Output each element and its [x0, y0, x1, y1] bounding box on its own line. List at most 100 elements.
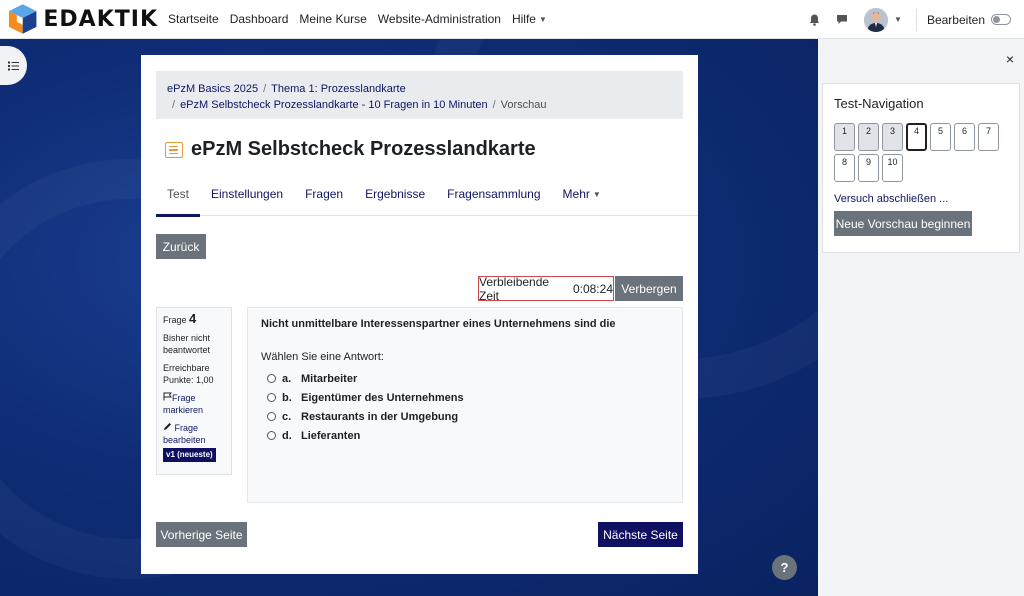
question-number: Frage 4	[163, 311, 225, 326]
tab-fragen[interactable]: Fragen	[294, 181, 354, 216]
top-navbar: EDAKTIK Startseite Dashboard Meine Kurse…	[0, 0, 1024, 39]
answer-option-a[interactable]: a. Mitarbeiter	[261, 369, 669, 388]
answer-text: Eigentümer des Unternehmens	[301, 391, 464, 404]
logo[interactable]: EDAKTIK	[8, 3, 158, 35]
timer-value: 0:08:24	[572, 281, 613, 296]
question-nav-4[interactable]: 4	[906, 123, 927, 151]
breadcrumb-separator: /	[172, 99, 176, 111]
tab-mehr-label: Mehr	[562, 187, 590, 201]
question-number-label: Frage	[163, 315, 187, 325]
question-status: Bisher nicht beantwortet	[163, 333, 211, 355]
breadcrumb: ePzM Basics 2025 / Thema 1: Prozesslandkar…	[156, 71, 683, 119]
previous-page-button[interactable]: Vorherige Seite	[156, 522, 247, 547]
chat-icon	[837, 15, 848, 24]
nav-hilfe-label: Hilfe	[511, 12, 536, 26]
secondary-navigation: Test Einstellungen Fragen Ergebnisse Fra…	[156, 181, 698, 217]
pencil-icon	[164, 423, 171, 430]
hide-timer-button[interactable]: Verbergen	[615, 276, 683, 301]
user-navigation: ▼ Bearbeiten	[800, 0, 1024, 39]
brand-name: EDAKTIK	[43, 6, 158, 32]
breadcrumb-separator: /	[263, 83, 267, 95]
nav-website-administration[interactable]: Website-Administration	[378, 12, 501, 26]
nav-dashboard[interactable]: Dashboard	[230, 12, 289, 26]
cube-logo-icon	[8, 4, 37, 34]
answer-radio[interactable]	[267, 374, 276, 383]
question-nav-6[interactable]: 6	[954, 123, 975, 151]
flag-icon	[163, 392, 172, 401]
question-nav-5[interactable]: 5	[930, 123, 951, 151]
edit-mode-label: Bearbeiten	[926, 12, 985, 27]
timer-label: Verbleibende Zeit	[479, 274, 550, 303]
question-nav-3[interactable]: 3	[882, 123, 903, 151]
answer-letter: c.	[282, 410, 292, 423]
breadcrumb-section[interactable]: Thema 1: Prozesslandkarte	[271, 83, 406, 95]
answer-letter: b.	[282, 391, 292, 404]
answer-option-d[interactable]: d. Lieferanten	[261, 426, 669, 445]
question-info: Frage 4 Bisher nicht beantwortet Erreich…	[156, 307, 232, 475]
notifications-button[interactable]	[800, 14, 828, 26]
answer-text: Lieferanten	[301, 429, 361, 442]
help-button[interactable]: ?	[772, 555, 797, 580]
answer-text: Mitarbeiter	[301, 372, 358, 385]
edit-question-link[interactable]: Frage bearbeiten	[163, 423, 206, 445]
tab-test[interactable]: Test	[156, 181, 201, 217]
answer-option-c[interactable]: c. Restaurants in der Umgebung	[261, 407, 669, 426]
breadcrumb-quiz[interactable]: ePzM Selbstcheck Prozesslandkarte - 10 F…	[180, 99, 488, 111]
breadcrumb-current: Vorschau	[500, 99, 547, 111]
nav-startseite[interactable]: Startseite	[168, 12, 219, 26]
answer-letter: a.	[282, 372, 292, 385]
user-photo-icon	[864, 7, 889, 32]
new-preview-button[interactable]: Neue Vorschau beginnen	[834, 211, 972, 236]
answer-letter: d.	[282, 429, 292, 442]
main-content: ePzM Basics 2025 / Thema 1: Prozesslandkar…	[141, 55, 698, 574]
breadcrumb-separator: /	[492, 99, 496, 111]
version-badge: v1 (neueste)	[163, 448, 216, 462]
chevron-down-icon: ▼	[592, 190, 601, 199]
answer-radio[interactable]	[267, 431, 276, 440]
page-title: ePzM Selbstcheck Prozesslandkarte	[191, 138, 536, 160]
question-nav-7[interactable]: 7	[978, 123, 999, 151]
finish-attempt-link[interactable]: Versuch abschließen ...	[834, 193, 948, 205]
question-number-value: 4	[189, 311, 197, 326]
flag-question-link[interactable]: Frage markieren	[163, 392, 203, 415]
test-navigation-title: Test-Navigation	[834, 96, 924, 111]
test-navigation-drawer: × Test-Navigation 1 2 3 4 5 6 7 8 9 10 V…	[818, 39, 1024, 596]
answer-option-b[interactable]: b. Eigentümer des Unternehmens	[261, 388, 669, 407]
user-avatar[interactable]	[864, 7, 889, 32]
timer: Verbleibende Zeit 0:08:24	[478, 274, 614, 303]
messages-button[interactable]	[828, 14, 856, 25]
quiz-icon	[165, 141, 183, 158]
tab-mehr[interactable]: Mehr ▼	[552, 181, 612, 216]
answer-text: Restaurants in der Umgebung	[301, 410, 459, 423]
answer-radio[interactable]	[267, 412, 276, 421]
question-nav-10[interactable]: 10	[882, 154, 903, 182]
question-nav-9[interactable]: 9	[858, 154, 879, 182]
edit-mode-toggle[interactable]	[991, 14, 1011, 25]
question-navigation-grid: 1 2 3 4 5 6 7 8 9 10	[834, 123, 1018, 185]
answer-radio[interactable]	[267, 393, 276, 402]
primary-navigation: Startseite Dashboard Meine Kurse Website…	[168, 12, 558, 26]
question-text: Nicht unmittelbare Interessenspartner ei…	[261, 318, 616, 330]
question-nav-2[interactable]: 2	[858, 123, 879, 151]
back-button[interactable]: Zurück	[156, 234, 206, 259]
chevron-down-icon: ▼	[538, 14, 547, 24]
bell-icon	[809, 14, 819, 26]
next-page-button[interactable]: Nächste Seite	[598, 522, 683, 547]
navbar-divider	[915, 8, 917, 31]
list-icon	[8, 61, 19, 70]
test-navigation-panel: Test-Navigation 1 2 3 4 5 6 7 8 9 10 Ver…	[822, 83, 1020, 253]
tab-einstellungen[interactable]: Einstellungen	[200, 181, 294, 216]
question-points: Erreichbare Punkte: 1,00	[163, 363, 214, 385]
close-icon[interactable]: ×	[1006, 51, 1014, 67]
answer-list: a. Mitarbeiter b. Eigentümer des Unternehm…	[261, 369, 669, 445]
breadcrumb-course[interactable]: ePzM Basics 2025	[167, 83, 258, 95]
question-nav-8[interactable]: 8	[834, 154, 855, 182]
question-nav-1[interactable]: 1	[834, 123, 855, 151]
nav-meine-kurse[interactable]: Meine Kurse	[299, 12, 366, 26]
question-content: Nicht unmittelbare Interessenspartner ei…	[247, 307, 683, 503]
answer-prompt: Wählen Sie eine Antwort:	[261, 351, 384, 363]
user-menu-chevron-icon[interactable]: ▼	[894, 15, 902, 24]
tab-fragensammlung[interactable]: Fragensammlung	[436, 181, 551, 216]
tab-ergebnisse[interactable]: Ergebnisse	[354, 181, 436, 216]
nav-hilfe[interactable]: Hilfe ▼	[512, 12, 547, 26]
